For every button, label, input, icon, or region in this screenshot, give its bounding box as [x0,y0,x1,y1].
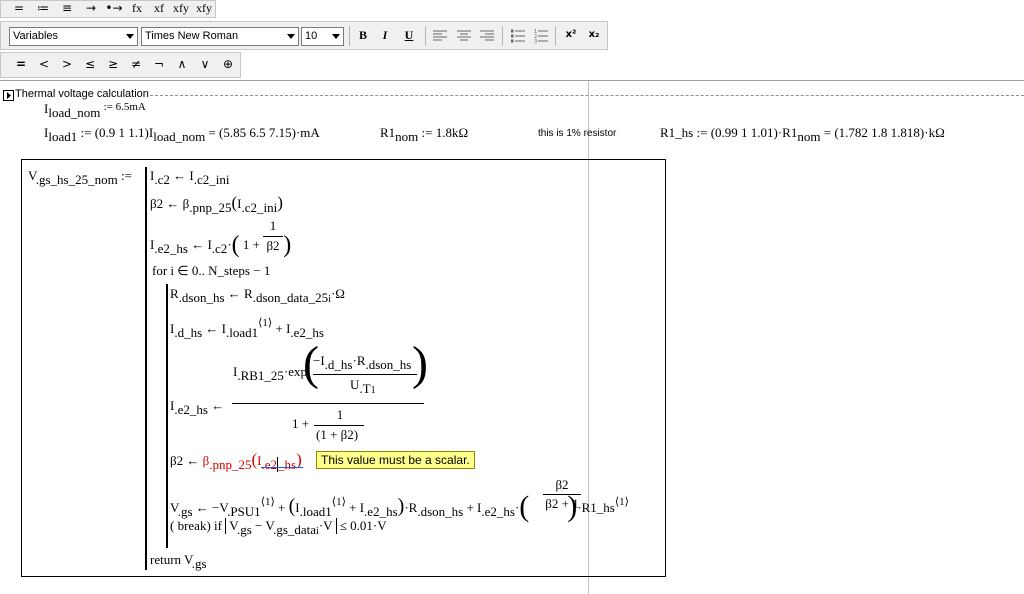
xor-button[interactable]: ⊕ [220,57,236,71]
frac-one-over-beta: 1 [269,218,277,233]
not-equal-button[interactable]: ≠ [128,57,144,71]
ie2-numerator: I.RB1_25·exp [233,364,308,383]
line-rdson[interactable]: R.dson_hs ← R.dson_data_25i·Ω [170,286,345,305]
not-button[interactable]: ¬ [151,57,167,71]
ie2-den-one: 1 [336,407,344,422]
or-button[interactable]: ∨ [197,57,213,71]
align-right-icon[interactable] [480,30,494,42]
ie2-den-onep: 1 + [292,416,310,431]
program-outer-bar [145,167,147,570]
evaluate-button[interactable]: = [11,1,27,15]
less-than-button[interactable]: < [36,57,52,71]
vgs-frac-den: β2 + 1 [545,496,579,511]
prefix-operator-button[interactable]: fx [128,1,146,16]
bold-equals-button[interactable]: = [13,57,29,71]
exp-inner-num: −I.d_hs·R.dson_hs [313,353,412,372]
superscript-button[interactable]: x² [563,29,579,40]
and-button[interactable]: ∧ [174,57,190,71]
postfix-operator-button[interactable]: xf [150,1,168,16]
define-button[interactable]: ≔ [35,1,51,15]
region-divider [150,95,1024,96]
ie2-den-beta: (1 + β2) [316,427,359,442]
align-left-icon[interactable] [433,30,447,42]
iload1-definition[interactable]: Iload1 := (0.9 1 1.1)Iload_nom = (5.85 6… [44,125,320,144]
frac-beta: β2 [266,238,280,253]
error-tooltip: This value must be a scalar. [316,451,475,469]
bold-button[interactable]: B [355,28,371,43]
vgs-frac-num: β2 [555,477,569,492]
treefix-operator-button[interactable]: xfy [194,1,214,16]
exp-inner-den: U.T1 [350,377,376,396]
frac-line [263,236,283,237]
toolbar-boolean: = < > ≤ ≥ ≠ ¬ ∧ ∨ ⊕ [0,52,241,78]
line-return[interactable]: return V.gs [150,552,207,571]
keyword-eval-button[interactable]: •→ [104,1,124,15]
chevron-down-icon [287,34,295,39]
ie2-frac-line [232,403,424,404]
line-ic2[interactable]: I.c2 ← I.c2_ini [150,168,229,187]
iload-nom-value: 6.5mA [115,101,146,113]
less-equal-button[interactable]: ≤ [82,57,98,71]
style-select[interactable]: Variables [9,27,138,46]
align-center-icon[interactable] [457,30,471,42]
line-break[interactable]: ( break) if V.gs − V.gs_datai·V ≤ 0.01·V [170,518,387,537]
triangle-right-icon [7,92,11,99]
chevron-down-icon [126,34,134,39]
global-define-button[interactable]: ≡ [59,1,75,15]
numbered-list-icon[interactable]: 123 [534,29,548,43]
error-underline [261,467,303,468]
r1hs-vector: (0.99 1 1.01)·R1 [710,125,798,140]
infix-operator-button[interactable]: xfy [171,1,191,16]
r1hs-definition[interactable]: R1_hs := (0.99 1 1.01)·R1nom = (1.782 1.… [660,125,945,144]
workspace-top-border [0,80,1024,81]
toolbar-divider [349,26,350,46]
exp-close-paren: ) [412,337,428,390]
r1nom-definition[interactable]: R1nom := 1.8kΩ [380,125,469,144]
greater-equal-button[interactable]: ≥ [105,57,121,71]
iload1-vector: (0.9 1 1.1) [94,125,149,140]
subscript-button[interactable]: x₂ [586,29,602,40]
chevron-down-icon [332,34,340,39]
bullet-list-icon[interactable] [511,29,525,43]
font-select[interactable]: Times New Roman [141,27,299,46]
toolbar-divider [555,26,556,46]
vgs-frac-line [543,494,581,495]
toolbar-divider [502,26,503,46]
region-collapse-toggle[interactable] [3,90,14,101]
svg-text:3: 3 [534,39,537,43]
r1nom-value: 1.8kΩ [435,125,469,140]
font-size-value: 10 [305,30,318,42]
symbolic-eval-button[interactable]: → [83,1,99,15]
region-title[interactable]: Thermal voltage calculation [15,88,149,100]
line-ie2[interactable]: I.e2_hs ← [170,398,224,417]
r1hs-result: (1.782 1.8 1.818)·kΩ [834,125,945,140]
line-id[interactable]: I.d_hs ← I.load1⟨1⟩ + I.e2_hs [170,317,324,340]
toolbar-evaluation: = ≔ ≡ → •→ fx xf xfy xfy [0,0,216,18]
iload-nom-definition[interactable]: Iload_nom := 6.5mA [44,101,146,120]
program-name: V.gs_hs_25_nom := [28,168,132,187]
program-loop-bar [166,284,168,548]
font-size-select[interactable]: 10 [301,27,344,46]
iload1-result: (5.85 6.5 7.15)·mA [219,125,320,140]
underline-button[interactable]: U [401,28,417,43]
ie2-den-frac-line [314,425,364,426]
font-select-value: Times New Roman [145,30,239,42]
greater-than-button[interactable]: > [59,57,75,71]
italic-button[interactable]: I [377,28,393,43]
toolbar-divider [425,26,426,46]
toolbar-formatting: Variables Times New Roman 10 B I U 123 x… [0,21,608,50]
resistor-note[interactable]: this is 1% resistor [538,128,616,139]
exp-frac-line [313,374,417,375]
line-beta-init[interactable]: β2 ← β.pnp_25(I.c2_ini) [150,193,283,215]
line-for-loop[interactable]: for i ∈ 0.. N_steps − 1 [152,263,270,279]
style-select-value: Variables [13,30,59,42]
